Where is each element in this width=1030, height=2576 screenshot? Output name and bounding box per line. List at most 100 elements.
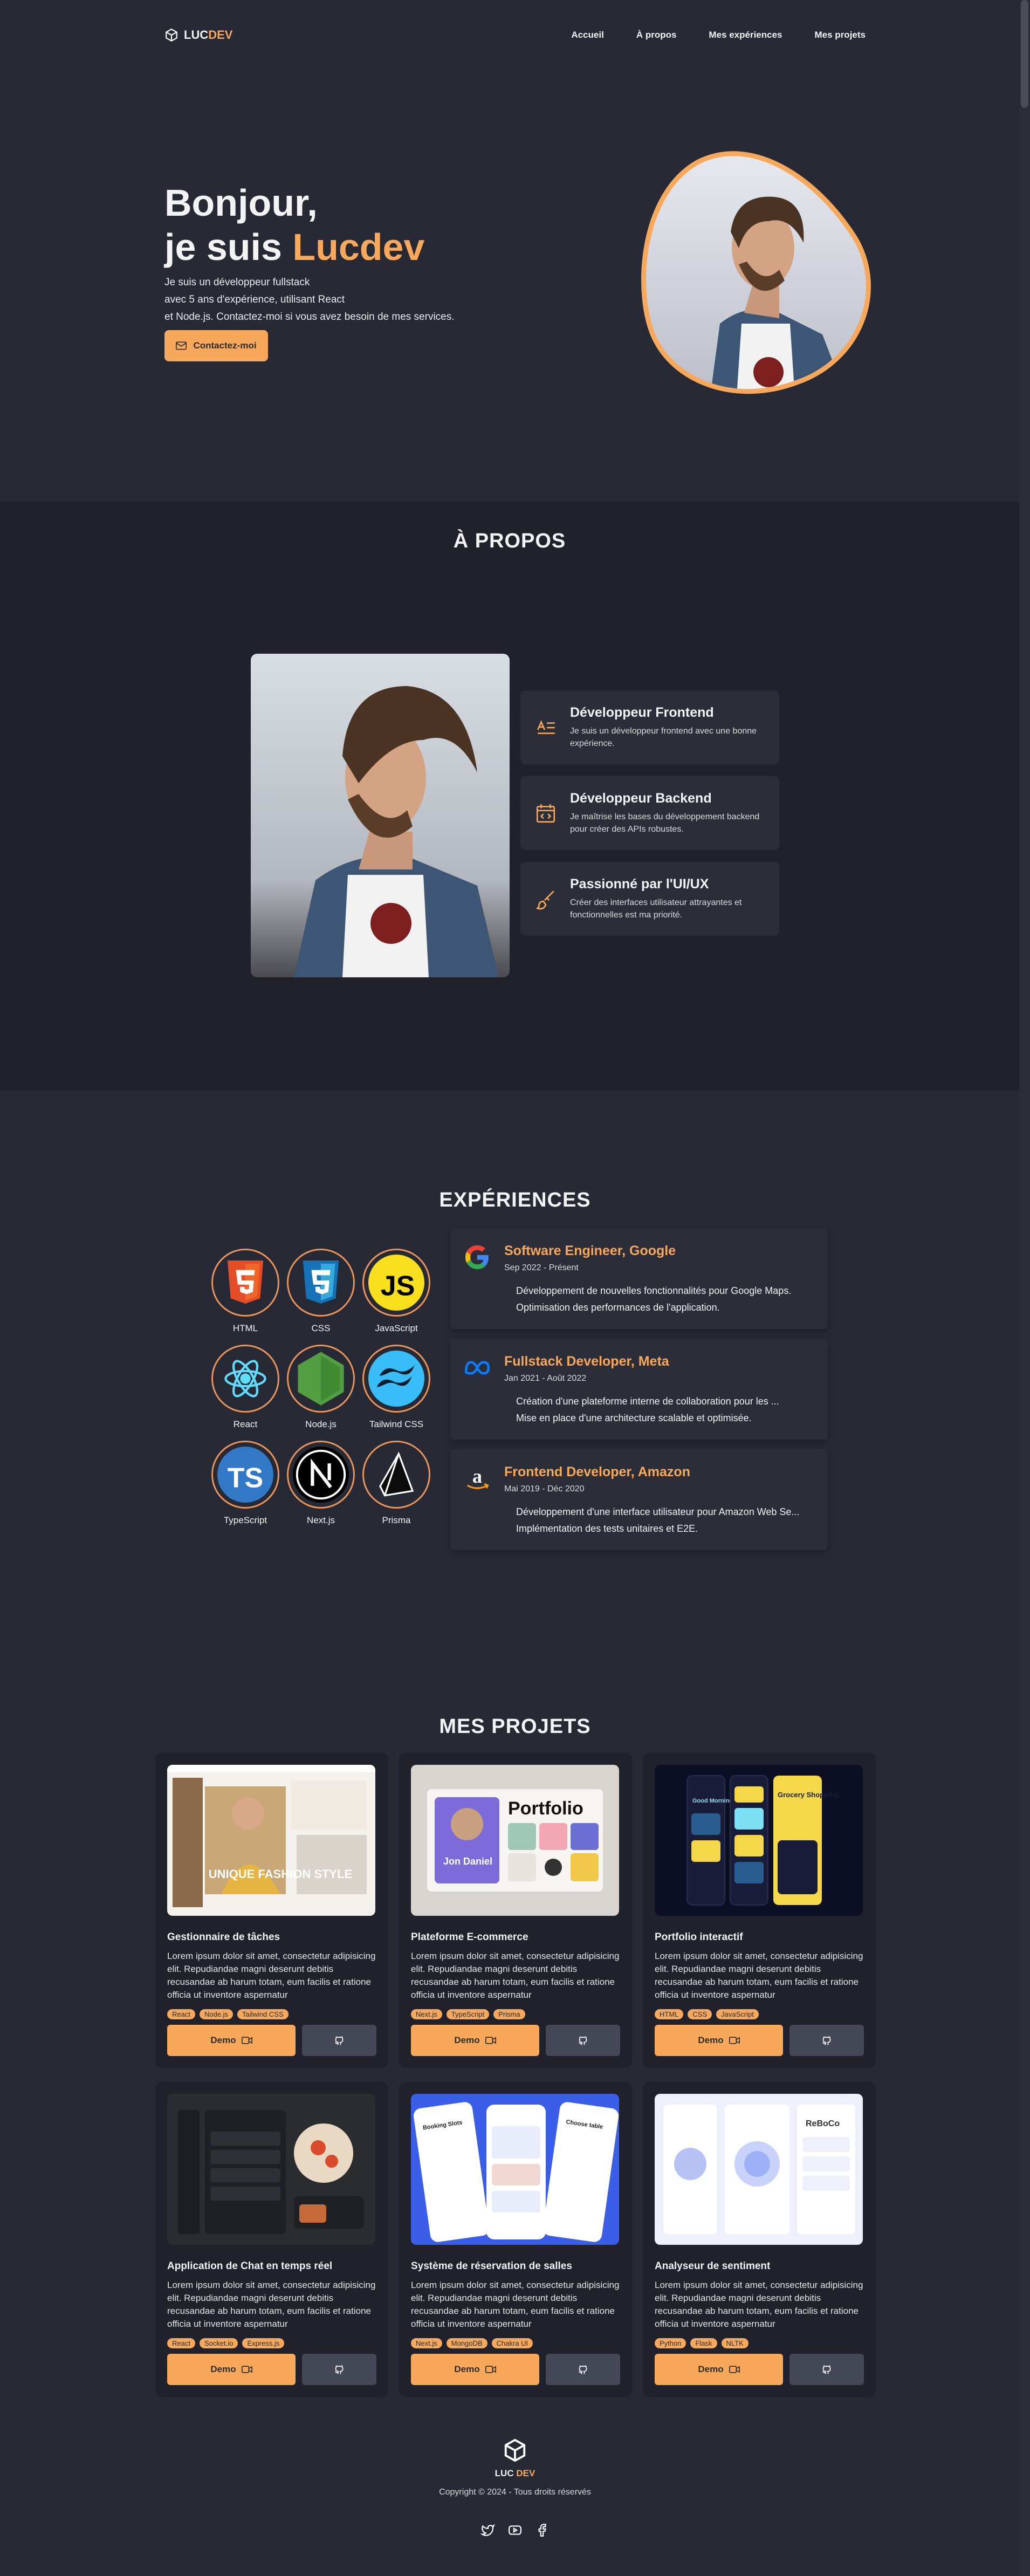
- nav-link-a-propos[interactable]: À propos: [636, 30, 677, 40]
- job-points: Développement de nouvelles fonctionnalit…: [504, 1283, 791, 1316]
- about-card-title: Développeur Frontend: [570, 705, 714, 720]
- job-points: Création d'une plateforme interne de col…: [504, 1393, 779, 1427]
- video-icon: [485, 2037, 496, 2044]
- experience-card-amazon: a Frontend Developer, Amazon Mai 2019 - …: [450, 1449, 828, 1550]
- job-title: Frontend Developer, Amazon: [504, 1464, 690, 1479]
- nodejs-icon: [298, 1352, 344, 1406]
- project-actions: Demo: [411, 2025, 620, 2056]
- cube-logo-icon: [166, 28, 177, 42]
- project-actions: Demo: [655, 2025, 864, 2056]
- skill-typescript: TS TypeScript: [208, 1441, 283, 1526]
- github-button[interactable]: [546, 2025, 620, 2056]
- tag: Tailwind CSS: [237, 2009, 289, 2019]
- prisma-icon: [379, 1451, 414, 1497]
- intro-line: Je suis un développeur fullstack: [164, 277, 310, 288]
- nav-links: Accueil À propos Mes expériences Mes pro…: [571, 30, 866, 40]
- frontend-icon: [537, 720, 555, 734]
- demo-button[interactable]: Demo: [411, 2354, 539, 2385]
- project-tags: React Socket.io Express.js: [167, 2338, 376, 2348]
- demo-button[interactable]: Demo: [411, 2025, 539, 2056]
- hero-greeting: Bonjour,: [164, 182, 318, 224]
- tag: React: [167, 2338, 195, 2348]
- github-button[interactable]: [789, 2025, 864, 2056]
- social-links: [0, 2523, 1030, 2537]
- skills-grid: HTML CSS JS JavaScript React Node.js Tai…: [208, 1249, 434, 1526]
- skill-react: React: [208, 1345, 283, 1430]
- youtube-icon[interactable]: [507, 2523, 523, 2537]
- nav-link-experiences[interactable]: Mes expériences: [709, 30, 782, 40]
- contact-button[interactable]: Contactez-moi: [164, 330, 268, 361]
- tag: CSS: [688, 2009, 712, 2019]
- job-point: Implémentation des tests unitaires et E2…: [516, 1520, 799, 1537]
- demo-button[interactable]: Demo: [167, 2354, 296, 2385]
- github-icon: [822, 2365, 831, 2374]
- experiences-title: EXPÉRIENCES: [439, 1189, 591, 1211]
- about-card-frontend: Développeur Frontend Je suis un développ…: [520, 690, 779, 764]
- job-point: Création d'une plateforme interne de col…: [516, 1393, 779, 1410]
- skill-label: TypeScript: [223, 1515, 267, 1525]
- about-card-backend: Développeur Backend Je maîtrise les base…: [520, 776, 779, 850]
- project-description: Lorem ipsum dolor sit amet, consectetur …: [411, 2280, 620, 2329]
- demo-label: Demo: [698, 2035, 724, 2045]
- tag: MongoDB: [446, 2338, 487, 2348]
- hero-name: Lucdev: [292, 226, 425, 268]
- project-image-dashboard: ReBoCo: [655, 2094, 863, 2245]
- twitter-icon[interactable]: [480, 2523, 496, 2537]
- facebook-icon[interactable]: [534, 2523, 550, 2537]
- nav-link-accueil[interactable]: Accueil: [571, 30, 603, 40]
- project-title: Plateforme E-commerce: [411, 1931, 528, 1943]
- project-image-mobile-app: Good Morning Grocery Shopping: [655, 1765, 863, 1916]
- svg-text:TS: TS: [228, 1462, 263, 1493]
- hero-section: Bonjour, je suis Lucdev Je suis un dével…: [164, 70, 871, 502]
- footer-logo[interactable]: LUC DEV: [0, 2438, 1030, 2479]
- github-icon: [579, 2365, 587, 2374]
- tag: Python: [655, 2338, 686, 2348]
- skill-label: HTML: [232, 1323, 258, 1333]
- tag: Flask: [690, 2338, 717, 2348]
- hero-portrait-image: [641, 151, 871, 394]
- github-button[interactable]: [546, 2354, 620, 2385]
- html-icon: [227, 1260, 264, 1304]
- nav-link-projets[interactable]: Mes projets: [815, 30, 866, 40]
- video-icon: [729, 2037, 740, 2044]
- calendar-code-icon: [536, 804, 555, 823]
- project-tags: Next.js TypeScript Prisma: [411, 2009, 620, 2019]
- github-button[interactable]: [789, 2354, 864, 2385]
- project-tags: Python Flask NLTK: [655, 2338, 864, 2348]
- project-description: Lorem ipsum dolor sit amet, consectetur …: [655, 1951, 863, 2000]
- project-card: ReBoCo Analyseur de sentiment Lorem ipsu…: [643, 2082, 876, 2397]
- demo-button[interactable]: Demo: [655, 2025, 783, 2056]
- demo-button[interactable]: Demo: [167, 2025, 296, 2056]
- project-image-food-app: [167, 2094, 375, 2245]
- project-title: Portfolio interactif: [655, 1931, 743, 1943]
- project-card: Booking Slots Choose table Système de ré…: [399, 2082, 632, 2397]
- skill-label: Tailwind CSS: [369, 1419, 424, 1429]
- demo-label: Demo: [210, 2364, 236, 2374]
- copyright-text: Copyright © 2024 - Tous droits réservés: [439, 2488, 591, 2497]
- demo-button[interactable]: Demo: [655, 2354, 783, 2385]
- tag: Express.js: [242, 2338, 285, 2348]
- github-icon: [335, 2036, 344, 2045]
- scrollbar-thumb[interactable]: [1021, 0, 1028, 108]
- project-tags: HTML CSS JavaScript: [655, 2009, 864, 2019]
- projects-title: MES PROJETS: [439, 1715, 591, 1738]
- project-title: Gestionnaire de tâches: [167, 1931, 280, 1943]
- github-button[interactable]: [302, 2354, 376, 2385]
- typescript-icon: TS: [217, 1447, 273, 1503]
- footer-logo-prefix: LUC: [495, 2468, 517, 2478]
- page-scrollbar[interactable]: [1019, 0, 1030, 2576]
- skill-label: JavaScript: [375, 1323, 418, 1333]
- footer: LUC DEV Copyright © 2024 - Tous droits r…: [0, 2438, 1030, 2537]
- project-description: Lorem ipsum dolor sit amet, consectetur …: [655, 2280, 863, 2329]
- about-title: À PROPOS: [453, 530, 566, 552]
- tag: HTML: [655, 2009, 684, 2019]
- github-button[interactable]: [302, 2025, 376, 2056]
- skill-nodejs: Node.js: [283, 1345, 359, 1430]
- experience-list: Software Engineer, Google Sep 2022 - Pré…: [450, 1228, 828, 1550]
- project-actions: Demo: [411, 2354, 620, 2385]
- top-nav: LUC DEV Accueil À propos Mes expériences …: [164, 0, 866, 70]
- css-icon: [303, 1260, 339, 1304]
- site-logo[interactable]: LUC DEV: [164, 28, 232, 42]
- projects-grid: UNIQUE FASHION STYLE Gestionnaire de tâc…: [155, 1753, 876, 2397]
- mockup-morning-text: Good Morning: [692, 1798, 733, 1804]
